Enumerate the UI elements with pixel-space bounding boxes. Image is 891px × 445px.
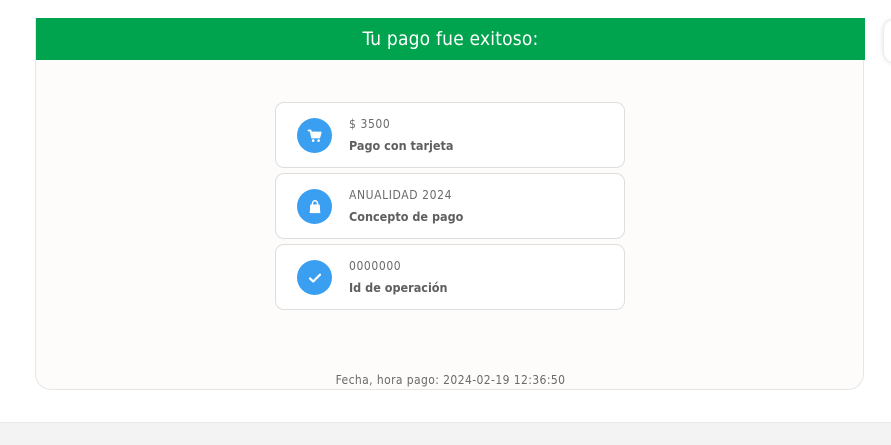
timestamp-label: Fecha, hora pago: [335, 373, 440, 387]
concept-label: Concepto de pago [349, 209, 464, 224]
concept-item: ANUALIDAD 2024 Concepto de pago [275, 173, 625, 239]
concept-value: ANUALIDAD 2024 [349, 188, 453, 202]
shopping-bag-icon [297, 189, 332, 224]
payment-receipt-card: Tu pago fue exitoso: $ 3500 Pago con tar… [35, 18, 865, 390]
timestamp-value: 2024-02-19 12:36:50 [443, 373, 566, 387]
operation-id-item: 0000000 Id de operación [275, 244, 625, 310]
page-footer [0, 422, 891, 445]
success-header: Tu pago fue exitoso: [36, 18, 865, 60]
page: Tu pago fue exitoso: $ 3500 Pago con tar… [0, 0, 891, 445]
side-widget[interactable] [884, 20, 891, 62]
amount-item: $ 3500 Pago con tarjeta [275, 102, 625, 168]
check-icon [297, 260, 332, 295]
success-title: Tu pago fue exitoso: [362, 28, 539, 50]
payment-method-label: Pago con tarjeta [349, 138, 454, 153]
amount-value: $ 3500 [349, 117, 391, 131]
payment-timestamp: Fecha, hora pago: 2024-02-19 12:36:50 [36, 373, 865, 387]
operation-id-value: 0000000 [349, 259, 402, 273]
shopping-cart-icon [297, 118, 332, 153]
operation-id-label: Id de operación [349, 280, 448, 295]
